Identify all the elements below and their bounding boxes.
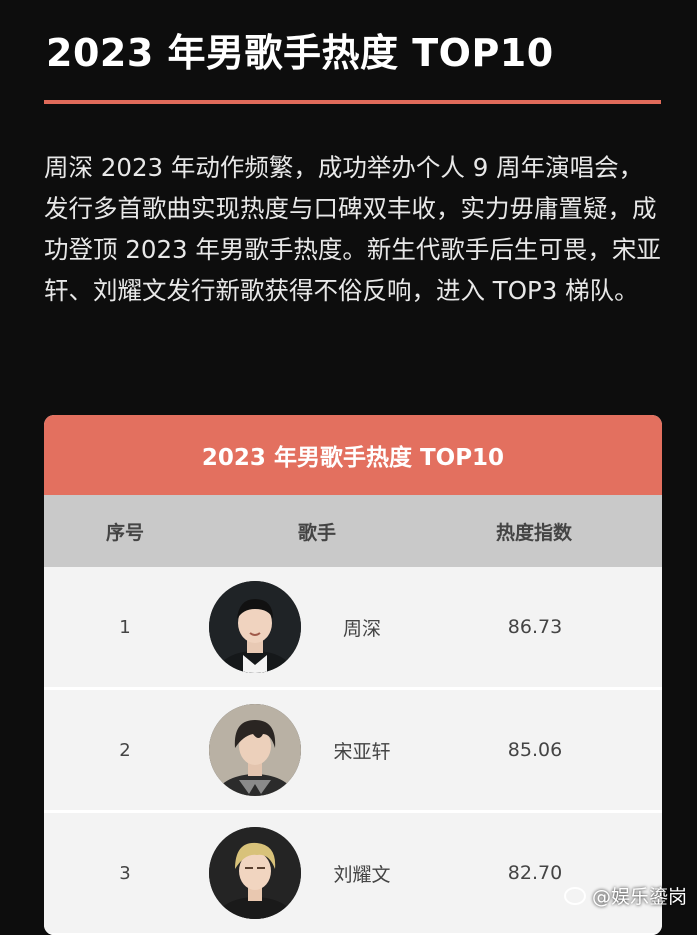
column-header-singer: 歌手 [297,521,336,544]
singer-portrait-icon [209,704,301,796]
table-row: 2 宋亚轩 85.06 [44,690,662,813]
rank-cell: 3 [119,862,131,884]
score-cell: 85.06 [507,739,563,761]
score-cell: 86.73 [507,616,563,638]
watermark-text: @娱乐鎏岗 [591,886,687,908]
watermark: @娱乐鎏岗 [563,882,687,909]
weibo-logo-icon [563,886,586,905]
avatar-cell [206,704,304,796]
rank-cell: 1 [119,616,131,638]
score-cell: 82.70 [507,862,563,884]
ranking-table-title: 2023 年男歌手热度 TOP10 [44,415,662,495]
summary-paragraph: 周深 2023 年动作频繁，成功举办个人 9 周年演唱会，发行多首歌曲实现热度与… [44,153,661,305]
singer-name: 周深 [342,617,381,640]
avatar-cell [206,581,304,673]
column-header-score: 热度指数 [495,521,572,544]
page-title: 2023 年男歌手热度 TOP10 [46,31,554,75]
table-row: 3 刘耀文 82.70 [44,813,662,935]
singer-name: 宋亚轩 [333,740,391,763]
column-header-rank: 序号 [105,521,144,544]
rank-cell: 2 [119,739,131,761]
ranking-card: 2023 年男歌手热度 TOP10 序号 歌手 热度指数 1 周深 86.73 [44,415,662,935]
avatar-cell [206,827,304,919]
table-header-row: 序号 歌手 热度指数 [44,495,662,567]
title-divider [44,100,661,104]
table-row: 1 周深 86.73 [44,567,662,690]
singer-portrait-icon [209,581,301,673]
singer-name: 刘耀文 [333,863,391,886]
singer-portrait-icon [209,827,301,919]
